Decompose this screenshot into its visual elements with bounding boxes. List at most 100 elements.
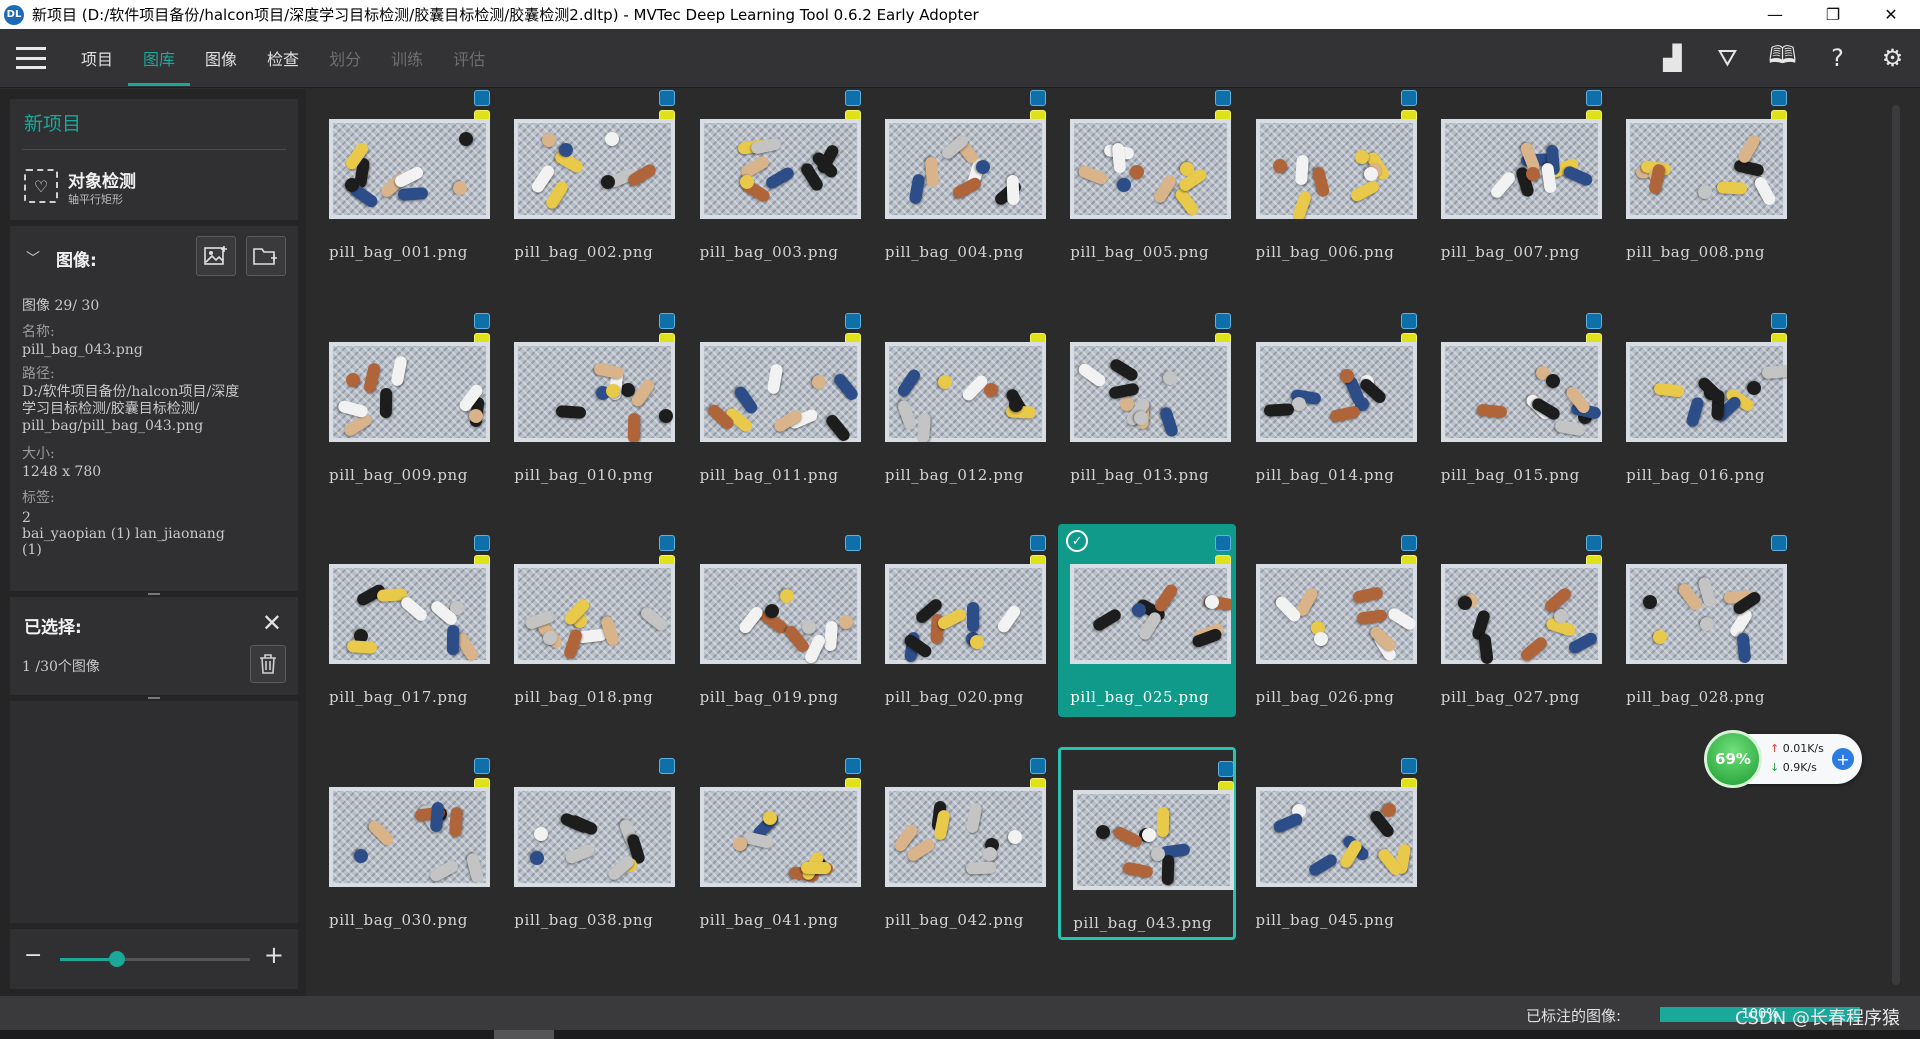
thumbnail-image bbox=[1255, 341, 1417, 442]
zoom-slider[interactable] bbox=[60, 951, 250, 967]
pill-shape bbox=[917, 412, 932, 442]
thumbnail-label: pill_bag_005.png bbox=[1070, 243, 1210, 261]
class-badge-blue bbox=[1585, 312, 1602, 329]
pill-shape bbox=[1107, 356, 1140, 383]
pill-shape bbox=[562, 627, 584, 661]
thumbnail-card[interactable]: pill_bag_020.png bbox=[873, 524, 1051, 717]
thumbnail-card[interactable]: pill_bag_019.png bbox=[688, 524, 866, 717]
image-index: 图像 29/ 30 bbox=[22, 298, 100, 314]
pill-shape bbox=[564, 842, 597, 865]
delete-button[interactable] bbox=[250, 645, 286, 683]
zoom-in-button[interactable]: + bbox=[264, 941, 284, 969]
class-badge-blue bbox=[1771, 535, 1788, 552]
pill-shape bbox=[1291, 189, 1313, 219]
zoom-out-button[interactable]: − bbox=[24, 943, 42, 968]
divider bbox=[22, 149, 286, 150]
resize-grip[interactable] bbox=[148, 593, 160, 595]
thumbnail-card[interactable]: ✓ pill_bag_025.png bbox=[1058, 524, 1237, 718]
minimize-button[interactable]: — bbox=[1746, 0, 1804, 29]
hamburger-menu-icon[interactable] bbox=[16, 47, 46, 69]
thumbnail-card[interactable]: pill_bag_015.png bbox=[1429, 302, 1607, 495]
class-badge-blue bbox=[844, 90, 861, 106]
thumbnail-card[interactable]: pill_bag_027.png bbox=[1429, 524, 1607, 717]
tab-0[interactable]: 项目 bbox=[66, 29, 128, 88]
pill-shape bbox=[629, 377, 657, 409]
pill-shape bbox=[1159, 368, 1180, 389]
thumbnail-card[interactable]: pill_bag_006.png bbox=[1244, 79, 1422, 272]
thumbnail-card[interactable]: pill_bag_007.png bbox=[1429, 79, 1607, 272]
thumbnail-label: pill_bag_025.png bbox=[1070, 688, 1210, 707]
thumbnail-label: pill_bag_016.png bbox=[1626, 465, 1766, 484]
tab-3[interactable]: 检查 bbox=[252, 29, 314, 88]
thumbnail-image bbox=[1626, 119, 1788, 219]
status-bar: 已标注的图像: 100% CSDN @长春程序猿 bbox=[0, 996, 1920, 1030]
clear-selection-close-icon[interactable]: ✕ bbox=[262, 609, 282, 637]
help-icon[interactable]: ? bbox=[1810, 29, 1865, 88]
thumbnail-card[interactable]: pill_bag_043.png bbox=[1058, 747, 1237, 941]
tab-2[interactable]: 图像 bbox=[190, 29, 252, 88]
thumbnail-card[interactable]: pill_bag_003.png bbox=[688, 79, 866, 272]
thumbnail-image bbox=[884, 564, 1046, 665]
thumbnail-image bbox=[884, 787, 1046, 888]
thumbnail-card[interactable]: pill_bag_004.png bbox=[873, 79, 1051, 272]
network-speed-widget[interactable]: 69% ↑ 0.01K/s ↓ 0.9K/s + bbox=[1704, 730, 1862, 788]
thumbnail-card[interactable]: pill_bag_002.png bbox=[502, 79, 680, 272]
thumbnail-image bbox=[699, 564, 861, 665]
gear-icon[interactable]: ⚙ bbox=[1865, 29, 1920, 88]
thumbnail-card[interactable]: pill_bag_038.png bbox=[502, 747, 680, 940]
pill-shape bbox=[908, 173, 926, 205]
thumbnail-card[interactable]: pill_bag_042.png bbox=[873, 747, 1051, 940]
thumbnail-image bbox=[514, 564, 676, 665]
tab-1[interactable]: 图库 bbox=[128, 29, 191, 88]
thumbnail-card[interactable]: pill_bag_041.png bbox=[688, 747, 866, 940]
class-badge-blue bbox=[1215, 535, 1232, 552]
resize-grip[interactable] bbox=[148, 697, 160, 699]
pill-shape bbox=[430, 801, 445, 833]
expand-plus-icon[interactable]: + bbox=[1832, 748, 1854, 770]
pill-shape bbox=[389, 354, 408, 387]
thumbnail-card[interactable]: pill_bag_030.png bbox=[317, 747, 495, 940]
class-badge-blue bbox=[1029, 90, 1046, 106]
thumbnail-image bbox=[514, 341, 676, 442]
pill-shape bbox=[1518, 634, 1550, 664]
thumbnail-image bbox=[1255, 564, 1417, 665]
bottom-strip bbox=[0, 1030, 1920, 1039]
chevron-down-icon[interactable]: ﹀ bbox=[26, 248, 40, 268]
maximize-button[interactable]: ❐ bbox=[1804, 0, 1862, 29]
thumbnail-card[interactable]: pill_bag_013.png bbox=[1058, 302, 1236, 495]
thumbnail-card[interactable]: pill_bag_045.png bbox=[1244, 747, 1422, 940]
pill-shape bbox=[1129, 164, 1145, 180]
thumbnail-label: pill_bag_041.png bbox=[699, 911, 839, 930]
size-label: 大小: bbox=[22, 446, 55, 462]
thumbnail-label: pill_bag_017.png bbox=[329, 688, 469, 707]
add-image-button[interactable] bbox=[196, 236, 236, 276]
thumbnail-image bbox=[329, 564, 490, 665]
path-value-line2: 学习目标检测/胶囊目标检测/ bbox=[22, 401, 200, 417]
pill-shape bbox=[1006, 174, 1020, 206]
add-folder-button[interactable] bbox=[246, 236, 286, 276]
upload-speed-value: 0.01K/s bbox=[1782, 742, 1824, 755]
pill-shape bbox=[1093, 821, 1113, 842]
thumbnail-card[interactable]: pill_bag_010.png bbox=[502, 302, 680, 495]
thumbnail-card[interactable]: pill_bag_009.png bbox=[317, 302, 495, 495]
thumbnail-card[interactable]: pill_bag_018.png bbox=[502, 524, 680, 717]
pill-shape bbox=[1736, 133, 1762, 166]
thumbnail-card[interactable]: pill_bag_001.png bbox=[317, 79, 495, 272]
zoom-slider-handle[interactable] bbox=[109, 951, 125, 967]
pill-shape bbox=[399, 594, 430, 624]
thumbnail-card[interactable]: pill_bag_008.png bbox=[1614, 79, 1792, 272]
thumbnail-card[interactable]: pill_bag_017.png bbox=[317, 524, 495, 717]
thumbnail-card[interactable]: pill_bag_011.png bbox=[688, 302, 866, 495]
thumbnail-card[interactable]: pill_bag_005.png bbox=[1058, 79, 1236, 272]
thumbnail-card[interactable]: pill_bag_028.png bbox=[1614, 524, 1792, 717]
close-button[interactable]: ✕ bbox=[1862, 0, 1920, 29]
pill-shape bbox=[539, 131, 558, 150]
thumbnail-card[interactable]: pill_bag_014.png bbox=[1244, 302, 1422, 495]
thumbnail-image bbox=[329, 119, 490, 219]
thumbnail-card[interactable]: pill_bag_026.png bbox=[1244, 524, 1422, 717]
thumbnail-card[interactable]: pill_bag_016.png bbox=[1614, 302, 1792, 495]
thumbnail-card[interactable]: pill_bag_012.png bbox=[873, 302, 1051, 495]
thumbnail-image bbox=[1255, 787, 1417, 888]
gallery-scrollbar[interactable] bbox=[1892, 105, 1900, 985]
class-badge-blue bbox=[1771, 90, 1788, 106]
